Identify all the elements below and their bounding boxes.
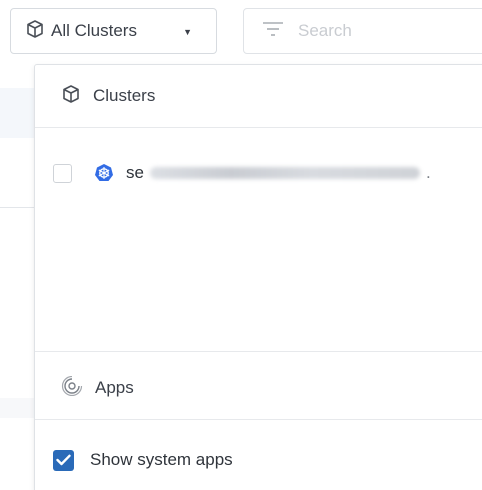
clusters-section-title: Clusters: [93, 86, 156, 105]
checkmark-icon: [56, 454, 71, 466]
cluster-selector-label: All Clusters: [51, 21, 137, 40]
toolbar: All Clusters ▼: [0, 0, 482, 66]
show-system-apps-checkbox[interactable]: [53, 449, 74, 471]
page: All Clusters ▼ Clusters: [0, 0, 482, 490]
background-row: [0, 398, 34, 418]
background-divider: [0, 207, 34, 208]
divider: [35, 419, 482, 420]
apps-section-header: Apps: [35, 357, 482, 419]
cube-icon: [25, 19, 45, 44]
divider: [35, 127, 482, 128]
cluster-list-item[interactable]: se .: [53, 158, 473, 188]
show-system-apps-label: Show system apps: [90, 450, 233, 469]
show-system-apps-toggle[interactable]: Show system apps: [53, 445, 233, 475]
search-box[interactable]: [243, 8, 482, 54]
cluster-name: se: [126, 163, 144, 182]
apps-icon: [61, 375, 83, 401]
cube-icon: [61, 84, 81, 109]
kubernetes-icon: [94, 163, 114, 183]
divider: [35, 351, 482, 352]
background-row-highlight: [0, 88, 34, 138]
search-input[interactable]: [298, 21, 468, 41]
cluster-dropdown-panel: Clusters se . Apps Show system apps: [34, 64, 482, 490]
redacted-cluster-name: [149, 167, 420, 179]
chevron-down-icon: ▼: [183, 27, 192, 37]
cluster-checkbox[interactable]: [53, 163, 72, 183]
filter-icon: [262, 21, 284, 42]
clusters-section-header: Clusters: [35, 65, 482, 127]
apps-section-title: Apps: [95, 378, 134, 397]
cluster-name-trailing: .: [425, 163, 431, 182]
cluster-selector[interactable]: All Clusters ▼: [10, 8, 217, 54]
